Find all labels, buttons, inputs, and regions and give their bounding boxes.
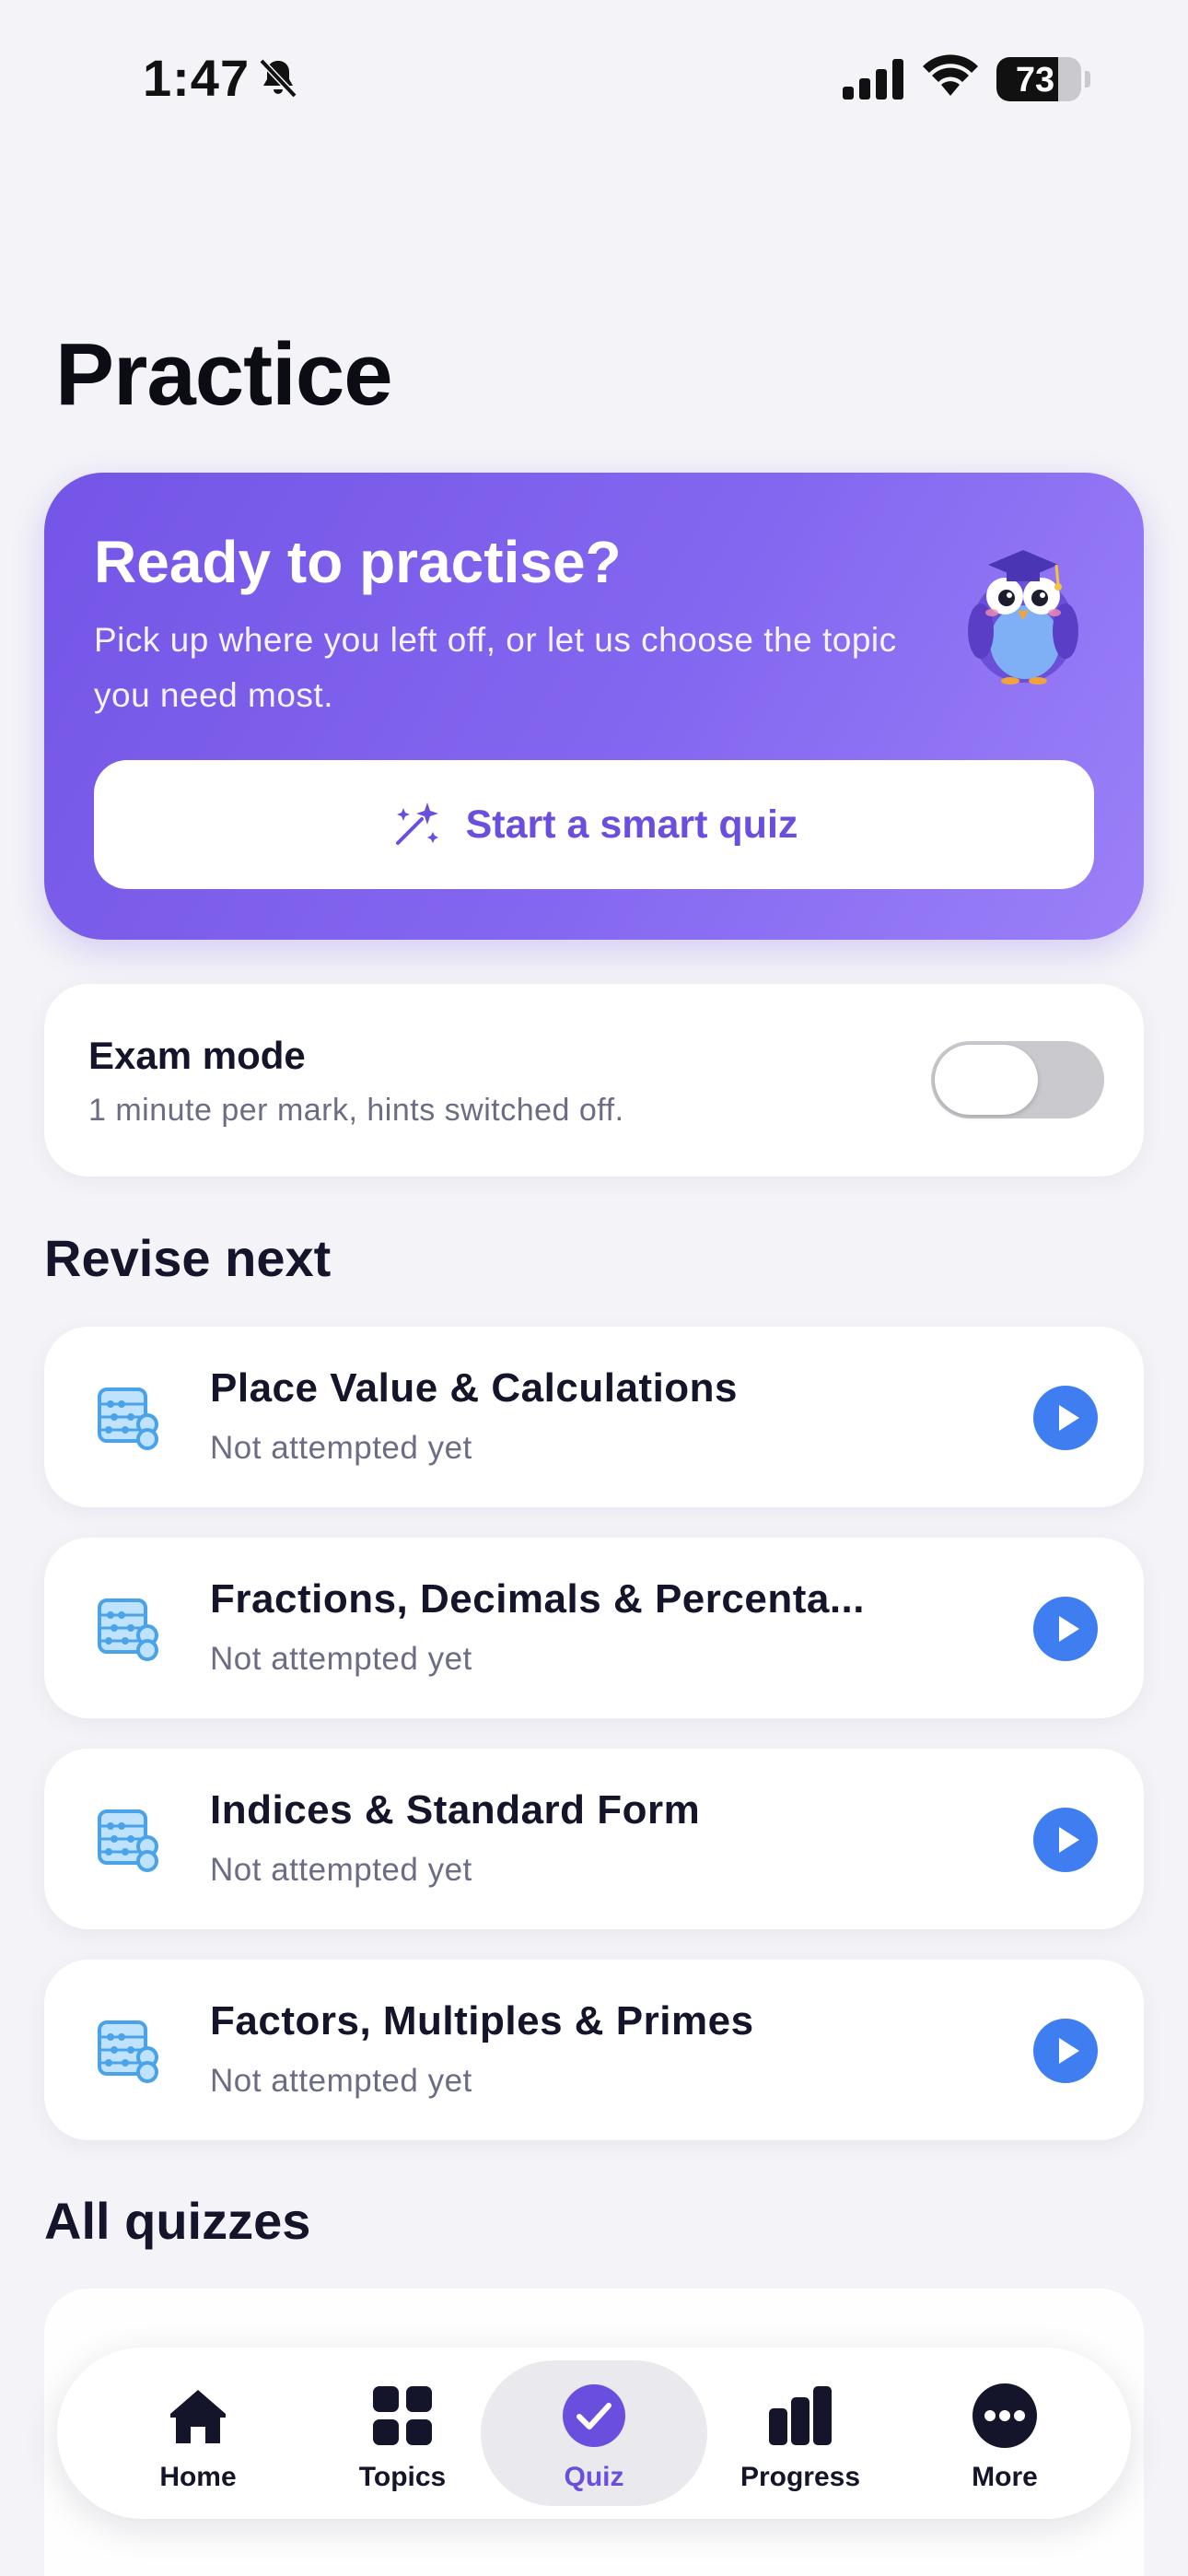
abacus-icon — [94, 1384, 160, 1450]
abacus-icon — [94, 1806, 160, 1872]
topic-card[interactable]: Place Value & Calculations Not attempted… — [44, 1327, 1144, 1507]
tab-label: Quiz — [564, 2462, 624, 2492]
wifi-icon — [923, 54, 978, 96]
topic-card[interactable]: Factors, Multiples & Primes Not attempte… — [44, 1960, 1144, 2140]
tab-quiz[interactable]: Quiz — [481, 2360, 707, 2506]
tab-label: Progress — [740, 2462, 861, 2492]
battery-indicator: 73 — [996, 57, 1081, 101]
page-title: Practice — [55, 325, 393, 424]
cellular-signal-icon — [843, 59, 903, 100]
topic-status: Not attempted yet — [210, 1641, 472, 1677]
check-circle-icon — [563, 2384, 625, 2447]
topic-card[interactable]: Fractions, Decimals & Percenta... Not at… — [44, 1538, 1144, 1718]
start-smart-quiz-button[interactable]: Start a smart quiz — [94, 760, 1094, 889]
sparkle-icon — [395, 802, 438, 845]
status-bar: 1:47 73 — [0, 0, 1188, 157]
play-icon — [1059, 1405, 1079, 1431]
bar-chart-icon — [769, 2386, 832, 2445]
tab-home[interactable]: Home — [85, 2360, 311, 2506]
play-button[interactable] — [1033, 1808, 1098, 1872]
topic-status: Not attempted yet — [210, 1852, 472, 1888]
hero-card: Ready to practise? Pick up where you lef… — [44, 473, 1144, 940]
play-icon — [1059, 2038, 1079, 2064]
start-smart-quiz-label: Start a smart quiz — [465, 802, 798, 847]
tab-label: More — [972, 2462, 1038, 2492]
abacus-icon — [94, 2017, 160, 2083]
exam-mode-description: 1 minute per mark, hints switched off. — [88, 1093, 624, 1128]
topic-name: Indices & Standard Form — [210, 1787, 701, 1832]
home-icon — [170, 2390, 226, 2443]
exam-mode-card: Exam mode 1 minute per mark, hints switc… — [44, 984, 1144, 1177]
status-time: 1:47 — [143, 49, 250, 107]
topic-name: Factors, Multiples & Primes — [210, 1998, 754, 2043]
topic-name: Fractions, Decimals & Percenta... — [210, 1576, 866, 1622]
tab-bar: Home Topics Quiz Progress More — [57, 2348, 1131, 2519]
grid-icon — [373, 2386, 432, 2445]
play-icon — [1059, 1616, 1079, 1642]
hero-title: Ready to practise? — [94, 529, 622, 595]
topic-card[interactable]: Indices & Standard Form Not attempted ye… — [44, 1749, 1144, 1929]
topic-name: Place Value & Calculations — [210, 1365, 739, 1411]
battery-level: 73 — [1015, 61, 1055, 100]
all-quizzes-heading: All quizzes — [44, 2192, 311, 2250]
play-button[interactable] — [1033, 2019, 1098, 2083]
tab-label: Home — [159, 2462, 237, 2492]
practice-screen: 1:47 73 Practice Ready to practise? Pick — [0, 0, 1188, 2576]
tab-progress[interactable]: Progress — [687, 2360, 914, 2506]
topic-status: Not attempted yet — [210, 2063, 472, 2099]
exam-mode-toggle[interactable] — [931, 1041, 1104, 1118]
play-button[interactable] — [1033, 1386, 1098, 1450]
exam-mode-title: Exam mode — [88, 1034, 306, 1077]
owl-mascot-icon — [968, 550, 1078, 685]
play-icon — [1059, 1827, 1079, 1853]
revise-next-heading: Revise next — [44, 1229, 332, 1287]
tab-more[interactable]: More — [891, 2360, 1118, 2506]
play-button[interactable] — [1033, 1597, 1098, 1661]
battery-cap — [1085, 71, 1090, 88]
more-icon — [973, 2383, 1037, 2448]
toggle-knob — [935, 1045, 1038, 1115]
abacus-icon — [94, 1595, 160, 1661]
topic-status: Not attempted yet — [210, 1430, 472, 1466]
hero-subtitle: Pick up where you left off, or let us ch… — [94, 621, 897, 714]
bell-slash-icon — [259, 58, 297, 99]
